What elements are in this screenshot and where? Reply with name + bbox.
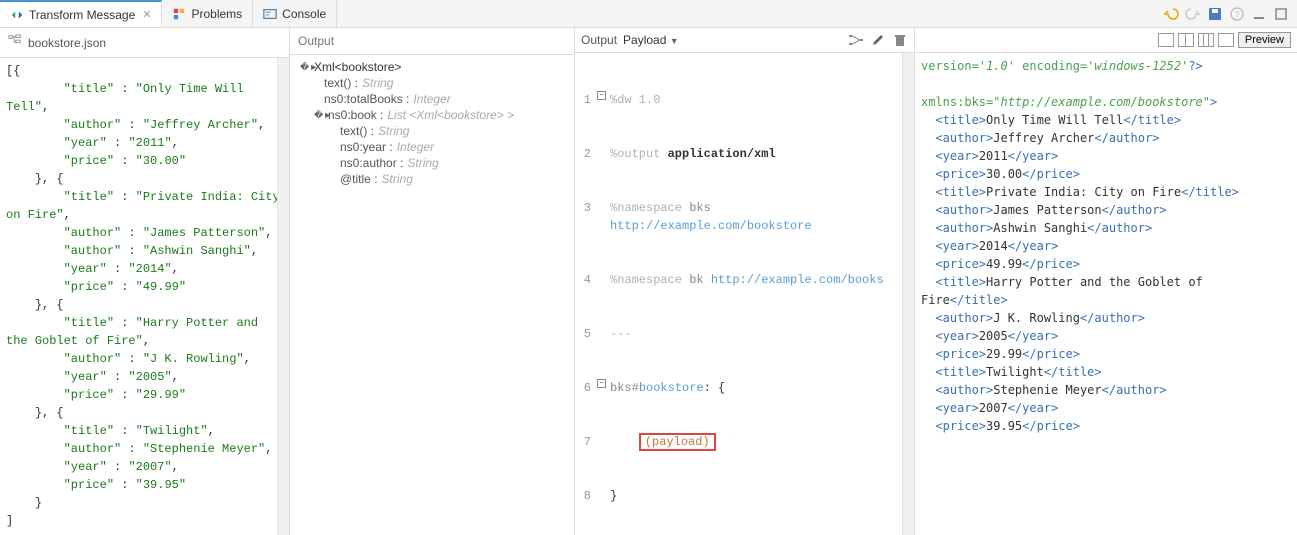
caret-down-icon[interactable]: �►: [300, 62, 310, 73]
fold-icon[interactable]: −: [597, 379, 606, 388]
layout-1col-icon[interactable]: [1158, 33, 1174, 47]
layout-single-icon[interactable]: [1218, 33, 1234, 47]
delete-icon[interactable]: [892, 32, 908, 48]
mapping-icon[interactable]: [848, 32, 864, 48]
editor-tab-bar: Transform Message ✕ Problems Console ?: [0, 0, 1297, 28]
output-schema-panel: �► Xml<bookstore> text() : String ns0:to…: [290, 28, 575, 535]
close-icon[interactable]: ✕: [142, 8, 151, 21]
chevron-down-icon: ▼: [670, 36, 679, 46]
input-json-panel: bookstore.json [{ "title" : "Only Time W…: [0, 28, 290, 535]
tree-icon: [8, 34, 22, 51]
tab-problems[interactable]: Problems: [162, 0, 253, 27]
console-icon: [263, 7, 277, 21]
json-editor[interactable]: [{ "title" : "Only Time Will Tell", "aut…: [0, 58, 289, 535]
redo-icon[interactable]: [1185, 6, 1201, 22]
tab-transform-message[interactable]: Transform Message ✕: [0, 0, 162, 27]
dw-output-label: Output: [581, 33, 617, 47]
dataweave-panel: Output Payload ▼ 1−%dw 1.0 2%output appl…: [575, 28, 915, 535]
xml-output[interactable]: version='1.0' encoding='windows-1252'?> …: [915, 53, 1297, 439]
tab-label: Transform Message: [29, 8, 135, 22]
highlighted-payload: (payload): [639, 433, 716, 451]
fold-icon[interactable]: −: [597, 91, 606, 100]
preview-panel: Preview version='1.0' encoding='windows-…: [915, 28, 1297, 535]
transform-icon: [10, 8, 24, 22]
tab-label: Problems: [191, 7, 242, 21]
schema-tree[interactable]: �► Xml<bookstore> text() : String ns0:to…: [290, 55, 574, 535]
tab-label: Console: [282, 7, 326, 21]
output-schema-search[interactable]: [290, 28, 574, 55]
dataweave-editor[interactable]: 1−%dw 1.0 2%output application/xml 3%nam…: [575, 53, 914, 535]
caret-down-icon[interactable]: �►: [314, 110, 324, 121]
scrollbar[interactable]: [277, 58, 289, 535]
layout-3col-icon[interactable]: [1198, 33, 1214, 47]
dw-payload-dropdown[interactable]: Payload ▼: [623, 33, 679, 47]
tab-console[interactable]: Console: [253, 0, 337, 27]
svg-text:?: ?: [1235, 10, 1240, 19]
layout-2col-icon[interactable]: [1178, 33, 1194, 47]
edit-icon[interactable]: [870, 32, 886, 48]
help-icon[interactable]: ?: [1229, 6, 1245, 22]
save-icon[interactable]: [1207, 6, 1223, 22]
minimize-icon[interactable]: [1251, 6, 1267, 22]
toolbar-right: ?: [1163, 6, 1297, 22]
scrollbar[interactable]: [902, 53, 914, 535]
problems-icon: [172, 7, 186, 21]
undo-icon[interactable]: [1163, 6, 1179, 22]
source-file-label: bookstore.json: [28, 36, 106, 50]
preview-button[interactable]: Preview: [1238, 32, 1291, 48]
maximize-icon[interactable]: [1273, 6, 1289, 22]
